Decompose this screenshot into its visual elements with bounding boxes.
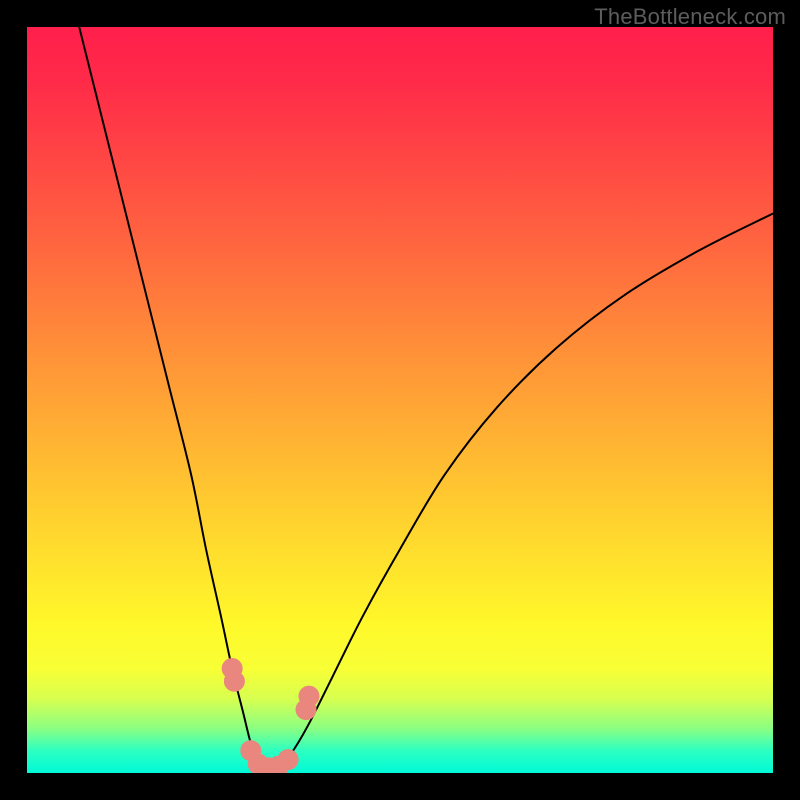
data-marker <box>224 671 244 691</box>
chart-svg <box>27 27 773 773</box>
plot-area <box>27 27 773 773</box>
data-marker <box>299 686 319 706</box>
watermark-text: TheBottleneck.com <box>594 4 786 30</box>
outer-frame: TheBottleneck.com <box>0 0 800 800</box>
data-markers <box>222 659 319 773</box>
bottleneck-curve <box>79 27 773 769</box>
data-marker <box>278 750 298 770</box>
